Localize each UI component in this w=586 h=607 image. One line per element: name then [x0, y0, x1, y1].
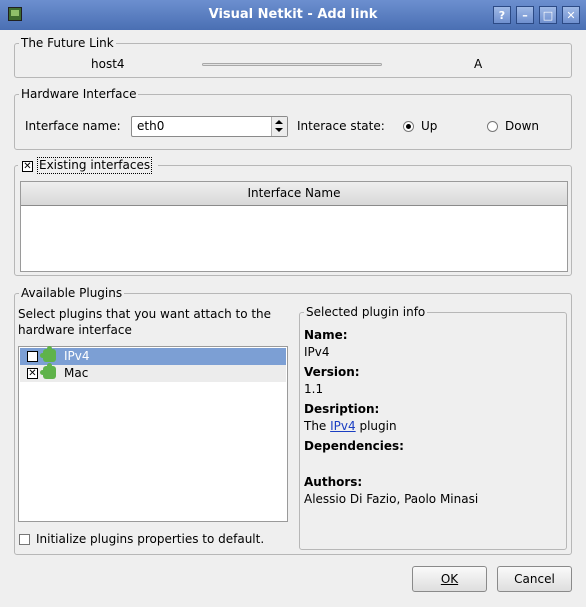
close-button[interactable]: ✕: [562, 6, 580, 24]
state-down-radio[interactable]: [487, 121, 498, 132]
future-link-legend: The Future Link: [21, 36, 114, 50]
plugin-ipv4-checkbox[interactable]: ✕: [27, 351, 38, 362]
plugin-description-text: The IPv4 plugin: [304, 419, 397, 433]
hardware-interface-legend: Hardware Interface: [21, 87, 137, 101]
plugin-dependencies-label: Dependencies:: [304, 439, 404, 453]
plugin-name-label: Name:: [304, 328, 348, 342]
maximize-button[interactable]: □: [539, 6, 557, 24]
init-default-label[interactable]: Initialize plugins properties to default…: [36, 532, 264, 546]
state-up-radio[interactable]: [403, 121, 414, 132]
plugin-version-label: Version:: [304, 365, 360, 379]
existing-interfaces-table[interactable]: Interface Name: [20, 181, 568, 272]
plugins-instruction-line-1: Select plugins that you want attach to t…: [18, 307, 272, 321]
interface-name-spinbox[interactable]: eth0: [131, 116, 288, 137]
help-button[interactable]: ?: [493, 6, 511, 24]
plugin-item-ipv4[interactable]: ✕ IPv4: [20, 346, 286, 365]
interface-name-value[interactable]: eth0: [137, 119, 164, 133]
plugins-instruction-line-2: hardware interface: [18, 323, 132, 337]
init-default-checkbox[interactable]: [19, 534, 30, 545]
existing-interfaces-label[interactable]: Existing interfaces: [37, 157, 153, 174]
interface-state-label: Interace state:: [297, 119, 385, 133]
spin-down-icon[interactable]: [275, 128, 283, 132]
link-line: [202, 63, 382, 66]
puzzle-icon: [40, 346, 56, 362]
available-plugins-legend: Available Plugins: [21, 286, 123, 300]
plugin-mac-label[interactable]: Mac: [64, 366, 88, 380]
interface-name-column-header[interactable]: Interface Name: [21, 182, 567, 206]
title-bar[interactable]: Visual Netkit - Add link ? – □ ✕: [0, 0, 586, 30]
plugin-description-link[interactable]: IPv4: [330, 419, 356, 433]
spin-up-icon[interactable]: [275, 120, 283, 124]
plugins-list[interactable]: ✕ IPv4 ✕ Mac: [18, 346, 288, 522]
minimize-button[interactable]: –: [516, 6, 534, 24]
plugin-item-mac[interactable]: ✕ Mac: [20, 363, 286, 382]
plugin-name-value: IPv4: [304, 345, 330, 359]
existing-interfaces-checkbox[interactable]: ✕: [22, 161, 33, 172]
plugin-mac-checkbox[interactable]: ✕: [27, 368, 38, 379]
selected-plugin-info-legend: Selected plugin info: [306, 305, 426, 319]
interface-name-label: Interface name:: [25, 119, 121, 133]
puzzle-icon: [40, 363, 56, 379]
ok-button[interactable]: OK: [412, 566, 487, 592]
cancel-button[interactable]: Cancel: [497, 566, 572, 592]
plugin-version-value: 1.1: [304, 382, 324, 396]
plugin-description-label: Desription:: [304, 402, 380, 416]
state-down-label[interactable]: Down: [505, 119, 539, 133]
plugin-ipv4-label[interactable]: IPv4: [64, 349, 90, 363]
state-up-label[interactable]: Up: [421, 119, 437, 133]
host-label: host4: [91, 57, 125, 71]
plugin-authors-label: Authors:: [304, 475, 363, 489]
plugin-authors-value: Alessio Di Fazio, Paolo Minasi: [304, 492, 479, 506]
collision-domain-label: A: [474, 57, 483, 71]
spin-buttons[interactable]: [271, 117, 287, 136]
